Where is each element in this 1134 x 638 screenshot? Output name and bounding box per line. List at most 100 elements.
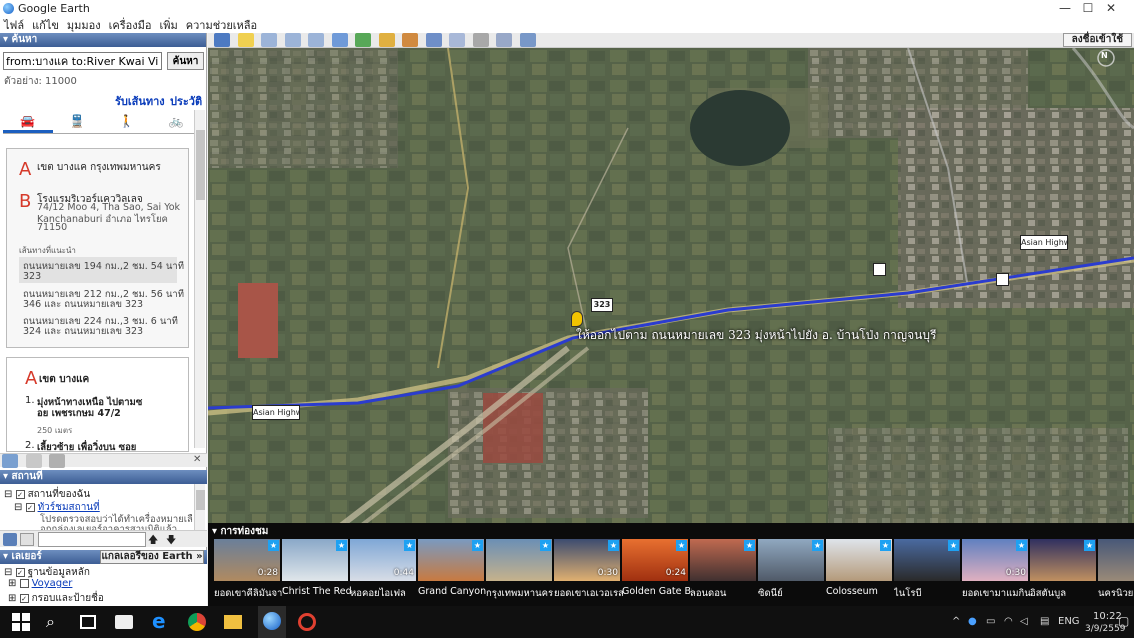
move-down-icon[interactable]: 🡇 bbox=[166, 533, 176, 550]
poi-icon[interactable] bbox=[996, 273, 1009, 286]
save-image-icon[interactable] bbox=[496, 33, 512, 47]
sidebar-toggle-icon[interactable] bbox=[214, 33, 230, 47]
close-button[interactable]: ✕ bbox=[1088, 0, 1134, 17]
email-icon[interactable] bbox=[449, 33, 465, 47]
expand-icon[interactable]: ⊟ bbox=[4, 567, 12, 578]
expand-icon[interactable]: ⊞ bbox=[8, 593, 16, 604]
transit-tab[interactable]: 🚆 bbox=[53, 110, 103, 133]
historical-imagery-icon[interactable] bbox=[355, 33, 371, 47]
record-tour-icon[interactable] bbox=[331, 33, 348, 47]
primary-db-label[interactable]: ฐานข้อมูลหลัก bbox=[28, 567, 90, 578]
info-icon[interactable]: ● bbox=[968, 616, 977, 627]
voyager-checkbox[interactable] bbox=[19, 578, 29, 588]
tour-item[interactable]: ★ ไนโรบี bbox=[894, 539, 960, 605]
overlay-icon[interactable] bbox=[308, 33, 324, 47]
poi-icon[interactable] bbox=[873, 263, 886, 276]
close-search-icon[interactable]: ✕ bbox=[193, 454, 201, 465]
tour-item[interactable]: ★ Colosseum bbox=[826, 539, 892, 605]
search-scrollbar-thumb[interactable] bbox=[196, 130, 205, 200]
my-places-label[interactable]: สถานที่ของฉัน bbox=[28, 489, 91, 500]
primary-db-checkbox[interactable]: ✓ bbox=[15, 567, 25, 577]
expand-icon[interactable]: ⊟ bbox=[4, 489, 12, 500]
walk-tab[interactable]: 🚶 bbox=[102, 110, 152, 133]
tour-item[interactable]: ★ 0:44 หอคอยไอเฟล bbox=[350, 539, 416, 605]
places-section-header[interactable]: ▾ สถานที่ bbox=[0, 470, 207, 484]
tour-item[interactable]: ★ 0:24 Golden Gate Bridge bbox=[622, 539, 692, 605]
tour-item[interactable]: ★ 0:30 ยอดเขาเอเวอเรสต์ bbox=[554, 539, 624, 605]
tour-item[interactable]: ★ ซิดนีย์ bbox=[758, 539, 824, 605]
tour-item[interactable]: ★ 0:28 ยอดเขาคีลิมันจาโร bbox=[214, 539, 284, 605]
planets-icon[interactable] bbox=[402, 33, 418, 47]
menu-tools[interactable]: เครื่องมือ bbox=[105, 16, 156, 34]
sun-icon[interactable] bbox=[378, 33, 395, 47]
borders-checkbox[interactable]: ✓ bbox=[19, 593, 29, 603]
menu-view[interactable]: มุมมอง bbox=[63, 16, 105, 34]
polygon-icon[interactable] bbox=[261, 33, 277, 47]
app-taskbar-icon[interactable] bbox=[298, 613, 316, 631]
voyager-link[interactable]: Voyager bbox=[32, 578, 73, 589]
menu-add[interactable]: เพิ่ม bbox=[155, 16, 181, 34]
tour-item[interactable]: ★ Christ The Redeemer bbox=[282, 539, 352, 605]
map-pin-icon[interactable] bbox=[571, 311, 583, 327]
notification-icon[interactable]: ▢ bbox=[1118, 614, 1129, 628]
path-icon[interactable] bbox=[284, 33, 301, 47]
file-explorer-icon[interactable] bbox=[224, 615, 242, 629]
placemark-icon[interactable] bbox=[237, 33, 254, 47]
tour-item[interactable]: ★ ลอนดอน bbox=[690, 539, 756, 605]
panel-toggle-icon[interactable] bbox=[20, 533, 34, 546]
language-indicator[interactable]: ENG bbox=[1058, 616, 1080, 627]
windows-start-icon[interactable] bbox=[12, 613, 30, 631]
get-directions-link[interactable]: รับเส้นทาง bbox=[115, 92, 165, 110]
google-earth-taskbar-active[interactable] bbox=[258, 606, 286, 638]
borders-label[interactable]: กรอบและป้ายชื่อ bbox=[32, 593, 104, 604]
menu-help[interactable]: ความช่วยเหลือ bbox=[182, 16, 261, 34]
menu-file[interactable]: ไฟล์ bbox=[0, 16, 28, 34]
my-places-checkbox[interactable]: ✓ bbox=[15, 489, 25, 499]
move-up-icon[interactable]: 🡅 bbox=[148, 533, 158, 550]
search-button[interactable]: ค้นหา bbox=[167, 52, 204, 70]
ruler-icon[interactable] bbox=[425, 33, 442, 47]
layers-section-label[interactable]: ▾ เลเยอร์ bbox=[3, 551, 42, 562]
up-arrow-icon[interactable]: ^ bbox=[952, 616, 960, 627]
print-icon[interactable] bbox=[472, 33, 489, 47]
step-2-text[interactable]: เลี้ยวซ้าย เพื่อวิ่งบน ซอย bbox=[37, 440, 136, 451]
search-places-icon[interactable] bbox=[3, 533, 17, 546]
volume-icon[interactable]: ◁ bbox=[1020, 616, 1028, 627]
folder-icon[interactable] bbox=[2, 454, 18, 468]
edge-icon[interactable]: e bbox=[152, 609, 172, 633]
battery-icon[interactable]: ▭ bbox=[986, 616, 995, 627]
print-icon[interactable] bbox=[49, 454, 65, 468]
tour-item[interactable]: ★ 0:30 ยอดเขามาแมกินลีย์ bbox=[962, 539, 1032, 605]
sign-in-button[interactable]: ลงชื่อเข้าใช้ bbox=[1062, 33, 1132, 47]
expand-icon[interactable]: ⊟ bbox=[14, 502, 22, 513]
message-icon[interactable]: ▤ bbox=[1040, 616, 1049, 627]
history-link[interactable]: ประวัติ bbox=[170, 92, 202, 110]
car-tab[interactable]: 🚘 bbox=[3, 110, 53, 133]
wifi-icon[interactable]: ◠ bbox=[1004, 616, 1013, 627]
chrome-icon[interactable] bbox=[188, 613, 206, 631]
view-in-maps-icon[interactable] bbox=[519, 33, 536, 47]
tour-item[interactable]: ★ Grand Canyon bbox=[418, 539, 486, 605]
places-scrollbar-thumb[interactable] bbox=[196, 490, 205, 510]
search-section-header[interactable]: ▾ ค้นหา bbox=[0, 33, 206, 47]
route-option-1[interactable]: ถนนหมายเลข 194 กม.,2 ชม. 54 นาที bbox=[23, 261, 184, 272]
tour-bar-label[interactable]: ▾ การท่องชม bbox=[212, 524, 268, 539]
tour-thumbnail[interactable] bbox=[1098, 539, 1134, 581]
places-scrollbar[interactable] bbox=[194, 484, 205, 530]
expand-icon[interactable]: ⊞ bbox=[8, 578, 16, 589]
point-a-text[interactable]: เขต บางแค กรุงเทพมหานคร bbox=[37, 160, 161, 175]
tour-item[interactable]: ★ กรุงเทพมหานคร bbox=[486, 539, 553, 605]
tour-item[interactable]: ★นครนิวยอร์ก bbox=[1098, 539, 1134, 605]
task-view-icon[interactable] bbox=[80, 615, 96, 629]
step-1-text[interactable]: อย เพชรเกษม 47/2 bbox=[37, 406, 121, 421]
copy-icon[interactable] bbox=[25, 454, 42, 468]
earth-gallery-button[interactable]: แกลเลอรีของ Earth » bbox=[100, 550, 204, 564]
map-view[interactable]: N ให้ออกไปตาม ถนนหมายเลข 323 มุ่งหน้าไปย… bbox=[208, 48, 1134, 528]
search-scrollbar[interactable] bbox=[194, 110, 205, 448]
tour-item[interactable]: ★ อิสตันบูล bbox=[1030, 539, 1096, 605]
search-icon[interactable]: ⌕ bbox=[46, 612, 66, 632]
menu-edit[interactable]: แก้ไข bbox=[28, 16, 63, 34]
compass-north-icon[interactable]: N bbox=[1101, 51, 1108, 60]
search-input[interactable] bbox=[3, 52, 162, 70]
tour-checkbox[interactable]: ✓ bbox=[25, 502, 35, 512]
